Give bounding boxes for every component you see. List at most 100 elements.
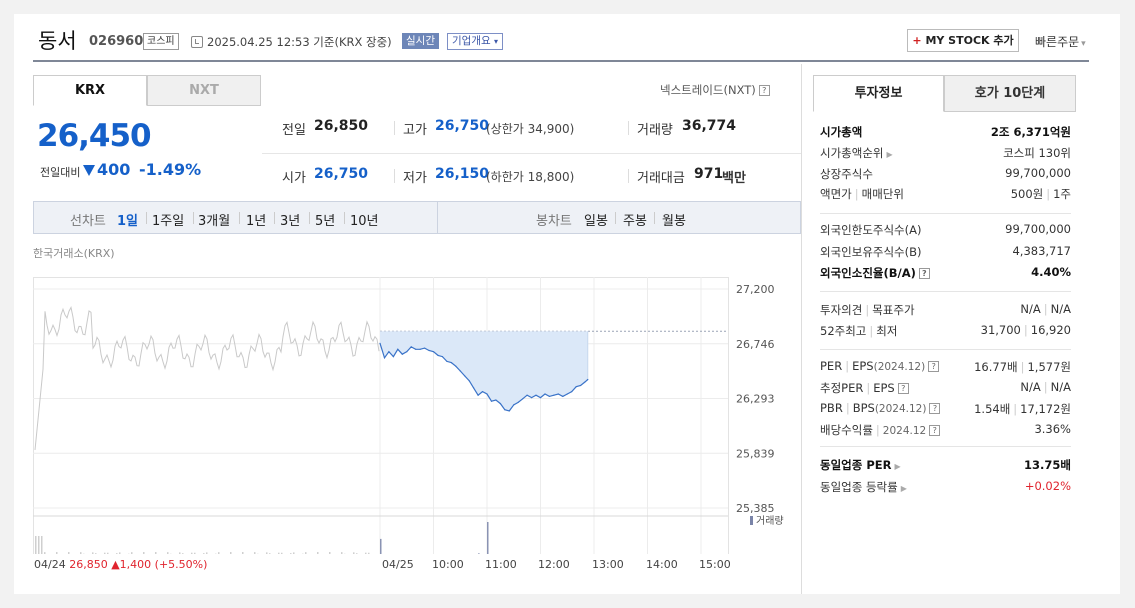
- section-divider: [820, 349, 1071, 350]
- price-point: [522, 398, 524, 400]
- x-tick: 04/25: [382, 558, 414, 571]
- x-tick: 10:00: [432, 558, 464, 571]
- price-point: [459, 370, 461, 372]
- prev-volume-bar: [167, 552, 169, 554]
- help-icon[interactable]: ?: [928, 361, 940, 372]
- price-point: [477, 394, 479, 396]
- price-point: [415, 348, 417, 350]
- change-value: 400: [97, 160, 131, 179]
- price-point: [504, 409, 506, 411]
- tab-krx[interactable]: KRX: [33, 75, 147, 106]
- separator: |: [866, 381, 871, 395]
- sector-change-row[interactable]: 동일업종 등락률 ▶ +0.02%: [820, 479, 1071, 496]
- dividend-row: 배당수익률 | 2024.12? 3.36%: [820, 422, 1071, 439]
- foreign-rate-value: 4.40%: [1031, 265, 1071, 279]
- candle-weekly[interactable]: 주봉: [623, 210, 647, 229]
- change-rate: -1.49%: [139, 160, 202, 179]
- trade-amount-label: 거래대금: [637, 171, 685, 186]
- prev-volume-bar: [317, 552, 319, 554]
- price-chart[interactable]: 27,20026,74626,29325,83925,385: [33, 264, 801, 554]
- price-point: [526, 394, 528, 396]
- chart-exchange-label: 한국거래소(KRX): [33, 247, 115, 260]
- foreign-rate-label: 외국인소진율(B/A)?: [820, 265, 930, 281]
- market-badge: 코스피: [143, 33, 179, 50]
- quick-order-button[interactable]: 빠른주문: [1035, 33, 1086, 50]
- price-point: [432, 351, 435, 353]
- period-3m[interactable]: 3개월: [198, 210, 230, 229]
- prev-volume-bar: [104, 552, 106, 554]
- period-1w[interactable]: 1주일: [152, 210, 184, 229]
- prev-volume-bar: [230, 552, 232, 554]
- opinion-row: 투자의견 | 목표주가 N/A | N/A: [820, 302, 1071, 319]
- price-point: [388, 351, 390, 353]
- prev-volume-bar: [218, 552, 220, 554]
- up-arrow-icon: ▲: [111, 558, 120, 571]
- separator: |: [845, 401, 850, 415]
- candle-daily[interactable]: 일봉: [584, 210, 608, 229]
- y-tick-label: 25,839: [736, 447, 775, 460]
- price-point: [397, 348, 399, 350]
- low-label: 저가: [403, 171, 427, 186]
- high-label: 고가: [403, 123, 427, 138]
- help-icon[interactable]: ?: [929, 403, 941, 414]
- prev-volume-bar: [305, 552, 307, 554]
- divider: [344, 212, 345, 224]
- prev-volume-bar: [356, 553, 358, 554]
- est-per-eps-row: 추정PER | EPS? N/A | N/A: [820, 380, 1071, 397]
- help-icon[interactable]: ?: [929, 425, 941, 436]
- company-overview-button[interactable]: 기업개요 ▾: [447, 33, 503, 50]
- prev-day-line: [34, 306, 380, 450]
- price-point: [587, 378, 589, 381]
- prev-volume-bar: [68, 552, 70, 554]
- period-10y[interactable]: 10년: [350, 210, 379, 229]
- price-point: [499, 403, 501, 405]
- prev-volume-bar: [107, 552, 109, 554]
- panel-divider: [801, 64, 802, 594]
- divider: [615, 212, 616, 224]
- shares-listed-value: 99,700,000: [1005, 166, 1071, 180]
- prev-volume-bar: [368, 552, 370, 554]
- plus-icon: +: [912, 34, 922, 47]
- period-5y[interactable]: 5년: [315, 210, 335, 229]
- price-point: [450, 362, 452, 364]
- candle-monthly[interactable]: 월봉: [662, 210, 686, 229]
- tab-hoga-10[interactable]: 호가 10단계: [944, 75, 1076, 112]
- par-value-row: 액면가 | 매매단위 500원 | 1주: [820, 186, 1071, 203]
- tab-invest-info[interactable]: 투자정보: [813, 75, 944, 112]
- period-3y[interactable]: 3년: [280, 210, 300, 229]
- price-point: [455, 365, 457, 367]
- prev-volume-bar: [194, 552, 196, 554]
- price-point: [495, 399, 497, 401]
- divider: [239, 212, 240, 224]
- nxt-link[interactable]: 넥스트레이드(NXT)?: [660, 82, 770, 98]
- x-tick: 14:00: [646, 558, 678, 571]
- prev-volume-bar: [56, 552, 58, 554]
- shares-listed-row: 상장주식수 99,700,000: [820, 166, 1071, 183]
- volume-legend: 거래량: [750, 512, 784, 527]
- foreign-holding-label: 외국인보유주식수(B): [820, 245, 922, 259]
- market-cap-rank-label: 시가총액순위 ▶: [820, 146, 893, 160]
- sector-per-row[interactable]: 동일업종 PER ▶ 13.75배: [820, 457, 1071, 474]
- price-point: [446, 360, 448, 362]
- y-tick-label: 26,293: [736, 393, 775, 406]
- help-icon[interactable]: ?: [897, 383, 909, 394]
- period-1y[interactable]: 1년: [246, 210, 266, 229]
- separator: |: [1043, 380, 1048, 394]
- add-mystock-button[interactable]: + MY STOCK 추가: [907, 29, 1019, 52]
- prev-close-label: 전일: [282, 123, 306, 138]
- opinion-value: N/A | N/A: [1020, 302, 1071, 316]
- prev-volume-bar: [254, 552, 256, 554]
- realtime-badge[interactable]: 실시간: [402, 33, 439, 49]
- foreign-limit-value: 99,700,000: [1005, 222, 1071, 236]
- market-cap-label: 시가총액: [820, 125, 863, 139]
- period-1d[interactable]: 1일: [117, 210, 138, 229]
- tab-nxt[interactable]: NXT: [147, 75, 261, 106]
- pbr-bps-row: PBR | BPS(2024.12)? 1.54배 | 17,172원: [820, 401, 1071, 418]
- x-tick: 13:00: [592, 558, 624, 571]
- price-point: [406, 351, 408, 353]
- divider: [394, 121, 395, 135]
- help-icon[interactable]: ?: [918, 268, 930, 279]
- pbr-bps-value: 1.54배 | 17,172원: [974, 402, 1071, 416]
- market-cap-rank-row[interactable]: 시가총액순위 ▶ 코스피 130위: [820, 145, 1071, 162]
- help-icon[interactable]: ?: [758, 85, 770, 96]
